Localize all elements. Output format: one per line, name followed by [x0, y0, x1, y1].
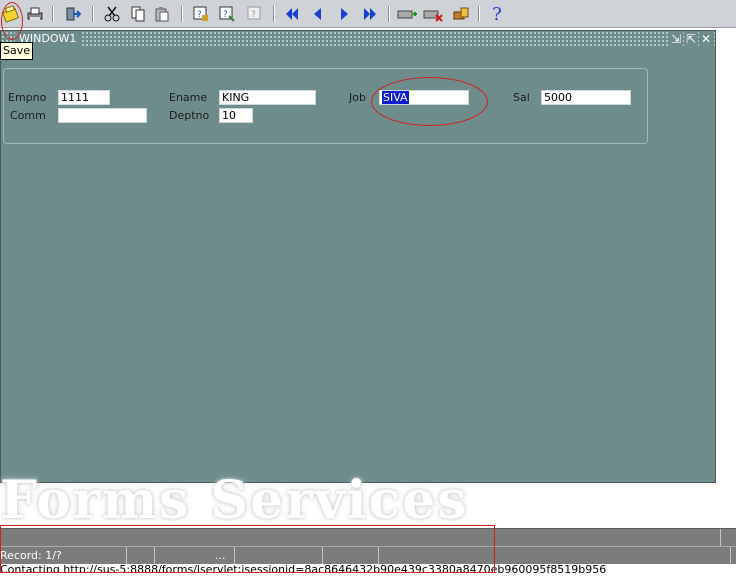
svg-text:?: ? [197, 10, 202, 20]
delete-record-icon [423, 10, 443, 22]
deptno-field[interactable]: 10 [219, 108, 253, 123]
minimize-icon[interactable]: ⇲ [669, 32, 683, 46]
insert-record-button[interactable] [397, 4, 417, 24]
maximize-icon[interactable]: ⇱ [684, 32, 698, 46]
ename-label: Ename [169, 91, 208, 104]
empno-label: Empno [8, 91, 47, 104]
execute-query-icon: ? [219, 6, 235, 22]
paste-button[interactable] [152, 4, 172, 24]
last-icon [364, 8, 376, 20]
first-icon [286, 8, 298, 20]
save-tooltip: Save [0, 42, 34, 60]
lock-record-icon [453, 7, 469, 20]
deptno-label: Deptno [169, 109, 210, 122]
job-label: Job [349, 91, 366, 104]
print-button[interactable] [25, 4, 45, 24]
previous-record-button[interactable] [308, 4, 328, 24]
next-record-button[interactable] [334, 4, 354, 24]
lock-record-button[interactable] [451, 4, 471, 24]
message-bar-divider [720, 529, 721, 546]
enter-query-icon: ? [193, 6, 208, 21]
svg-text:?: ? [251, 10, 256, 20]
svg-text:?: ? [223, 10, 228, 20]
sal-label: Sal [513, 91, 530, 104]
insert-record-icon [397, 10, 417, 19]
printer-icon [27, 7, 43, 20]
sal-field[interactable]: 5000 [541, 90, 631, 105]
copy-button[interactable] [128, 4, 148, 24]
ename-field[interactable]: KING [219, 90, 316, 105]
empno-field[interactable]: 1111 [58, 90, 110, 105]
emp-frame [3, 68, 648, 144]
save-icon [2, 5, 19, 23]
copy-icon [131, 6, 145, 22]
next-icon [341, 8, 348, 20]
delete-record-button[interactable] [423, 4, 443, 24]
help-icon: ? [492, 3, 502, 25]
job-selected-text: SIVA [382, 91, 409, 104]
first-record-button[interactable] [282, 4, 302, 24]
previous-icon [314, 8, 321, 20]
save-button[interactable] [1, 4, 21, 24]
cancel-query-icon: ? [247, 6, 261, 20]
exit-icon [66, 7, 82, 21]
execute-query-button[interactable]: ? [217, 4, 237, 24]
cut-button[interactable] [102, 4, 122, 24]
job-field[interactable]: SIVA [379, 90, 469, 105]
exit-button[interactable] [63, 4, 83, 24]
form-window: WINDOW1 ⇲ ⇱ ✕ Empno 1111 Ename KING Job … [0, 30, 716, 483]
browser-status-url: Contacting http://sus-5:8888/forms/lserv… [0, 563, 607, 573]
message-bar [0, 528, 736, 546]
last-record-button[interactable] [360, 4, 380, 24]
enter-query-button[interactable]: ? [191, 4, 211, 24]
paste-icon [155, 7, 169, 22]
forms-services-watermark: Forms Services [0, 470, 469, 531]
comm-label: Comm [10, 109, 46, 122]
toolbar: ? ? ? ? [0, 0, 736, 28]
scissors-icon [104, 6, 120, 22]
help-button[interactable]: ? [487, 3, 507, 25]
close-icon[interactable]: ✕ [699, 32, 713, 46]
cancel-query-button[interactable]: ? [245, 4, 265, 24]
comm-field[interactable] [58, 108, 147, 123]
window-titlebar[interactable]: WINDOW1 ⇲ ⇱ ✕ [1, 31, 715, 47]
